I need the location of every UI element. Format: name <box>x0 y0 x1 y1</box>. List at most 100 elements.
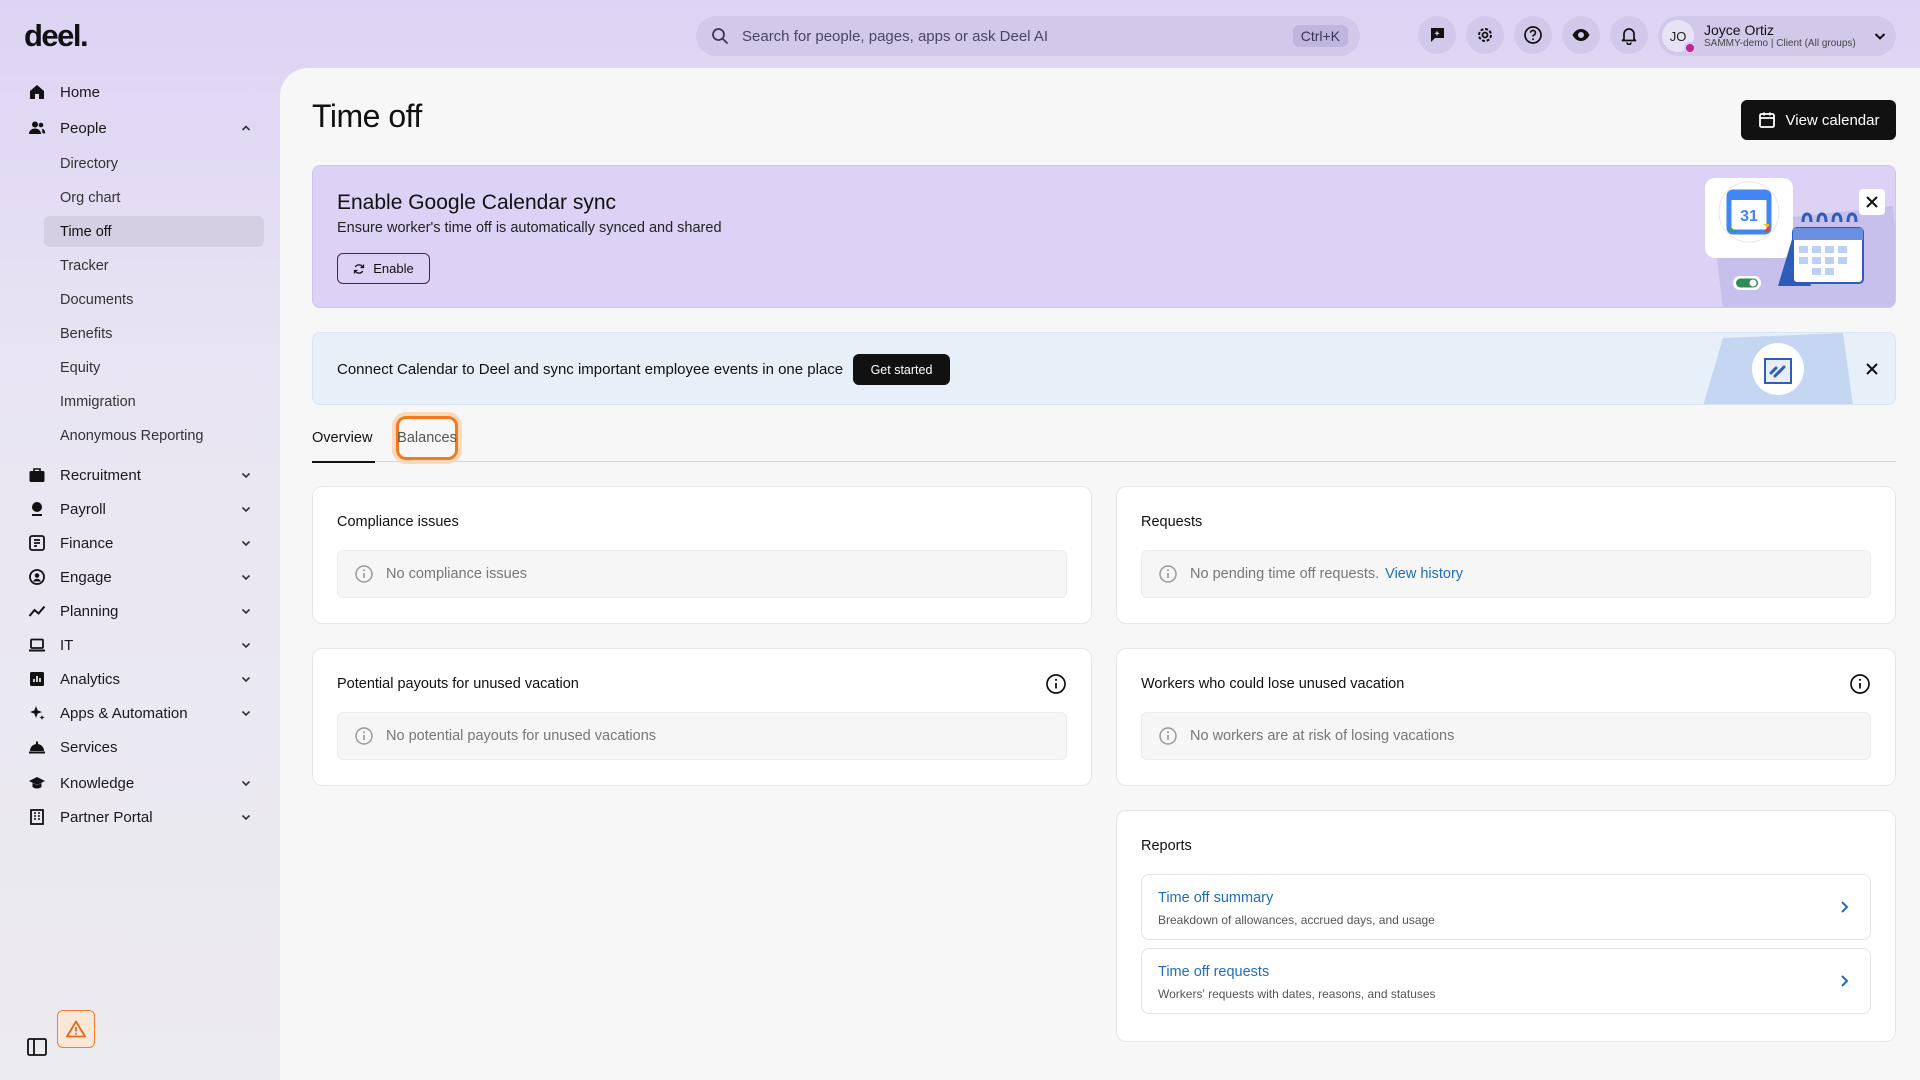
workers-losing-vacation-card: Workers who could lose unused vacation N… <box>1116 648 1896 786</box>
payroll-icon <box>28 500 46 518</box>
graduation-icon <box>28 774 46 792</box>
preview-button[interactable] <box>1562 16 1600 54</box>
user-name: Joyce Ortiz <box>1704 21 1775 38</box>
info-icon <box>355 727 373 745</box>
tab-balances[interactable]: Balances <box>396 416 458 460</box>
warning-button[interactable] <box>57 1010 95 1048</box>
sidebar-item-engage[interactable]: Engage <box>28 562 258 592</box>
search-shortcut-badge: Ctrl+K <box>1292 25 1348 47</box>
report-title: Time off summary <box>1158 890 1274 906</box>
chevron-down-icon <box>241 506 251 513</box>
info-icon <box>1159 727 1177 745</box>
card-title: Workers who could lose unused vacation <box>1141 676 1405 692</box>
sidebar-subitem-immigration[interactable]: Immigration <box>44 386 264 417</box>
requests-card: Requests No pending time off requests. V… <box>1116 486 1896 624</box>
chevron-down-icon <box>241 472 251 479</box>
chevron-right-icon <box>1841 901 1849 913</box>
empty-state: No pending time off requests. View histo… <box>1141 550 1871 598</box>
svg-text:31: 31 <box>1740 208 1758 225</box>
banner-title: Enable Google Calendar sync <box>337 191 617 214</box>
chevron-down-icon <box>241 540 251 547</box>
sidebar-item-recruitment[interactable]: Recruitment <box>28 460 258 490</box>
report-time-off-summary[interactable]: Time off summary Breakdown of allowances… <box>1141 874 1871 940</box>
info-icon[interactable] <box>1045 673 1067 695</box>
deel-logo[interactable]: deel. <box>24 18 89 54</box>
view-calendar-button[interactable]: View calendar <box>1741 100 1896 140</box>
get-started-button[interactable]: Get started <box>853 354 950 385</box>
chevron-down-icon <box>241 814 251 821</box>
sidebar-subitem-time-off[interactable]: Time off <box>44 216 264 247</box>
google-calendar-sync-banner: Enable Google Calendar sync Ensure worke… <box>312 165 1896 308</box>
search-icon <box>712 28 728 44</box>
sidebar-subitem-benefits[interactable]: Benefits <box>44 318 264 349</box>
calendar-illustration: 31 <box>1705 178 1895 307</box>
feedback-button[interactable] <box>1418 16 1456 54</box>
chevron-down-icon <box>241 608 251 615</box>
avatar: JO <box>1662 20 1696 54</box>
empty-state: No compliance issues <box>337 550 1067 598</box>
enable-button[interactable]: Enable <box>337 253 430 284</box>
global-search[interactable]: Search for people, pages, apps or ask De… <box>696 16 1360 56</box>
briefcase-icon <box>28 466 46 484</box>
chevron-down-icon <box>241 710 251 717</box>
close-connect-banner-button[interactable] <box>1859 356 1885 382</box>
user-menu[interactable]: JO Joyce Ortiz SAMMY-demo | Client (All … <box>1658 16 1896 56</box>
sync-icon <box>354 263 365 274</box>
people-icon <box>28 119 46 137</box>
chevron-right-icon <box>1841 975 1849 987</box>
view-history-link[interactable]: View history <box>1385 566 1463 582</box>
banner-description: Ensure worker's time off is automaticall… <box>337 220 722 236</box>
sidebar-subitem-equity[interactable]: Equity <box>44 352 264 383</box>
tab-bar: Overview Balances <box>312 414 1896 463</box>
sidebar-subitem-tracker[interactable]: Tracker <box>44 250 264 281</box>
sidebar-item-partner-portal[interactable]: Partner Portal <box>28 802 258 832</box>
settings-button[interactable] <box>1466 16 1504 54</box>
finance-icon <box>28 534 46 552</box>
report-description: Workers' requests with dates, reasons, a… <box>1158 987 1436 1001</box>
chevron-down-icon <box>1874 33 1886 40</box>
avatar-status-dot <box>1684 42 1696 54</box>
search-placeholder: Search for people, pages, apps or ask De… <box>742 27 1049 45</box>
sidebar-item-finance[interactable]: Finance <box>28 528 258 558</box>
help-button[interactable] <box>1514 16 1552 54</box>
calendar-icon <box>1758 112 1775 128</box>
chevron-down-icon <box>241 676 251 683</box>
sidebar-subitem-documents[interactable]: Documents <box>44 284 264 315</box>
sidebar-subitem-anonymous-reporting[interactable]: Anonymous Reporting <box>44 420 264 451</box>
sidebar-item-apps-automation[interactable]: Apps & Automation <box>28 698 258 728</box>
close-sync-banner-button[interactable] <box>1859 189 1885 215</box>
sidebar-subitem-directory[interactable]: Directory <box>44 148 264 179</box>
report-title: Time off requests <box>1158 964 1270 980</box>
sidebar-item-knowledge[interactable]: Knowledge <box>28 768 258 798</box>
sparkle-icon <box>28 704 46 722</box>
help-icon <box>1524 26 1542 44</box>
reports-card: Reports Time off summary Breakdown of al… <box>1116 810 1896 1042</box>
sidebar-toggle-icon[interactable] <box>26 1036 48 1058</box>
warning-icon <box>66 1020 86 1038</box>
sidebar-item-planning[interactable]: Planning <box>28 596 258 626</box>
gear-icon <box>1478 28 1492 42</box>
main-content: Time off View calendar Enable Google Cal… <box>280 68 1920 1080</box>
chevron-up-icon <box>241 125 251 131</box>
connect-banner-text: Connect Calendar to Deel and sync import… <box>337 361 844 378</box>
building-icon <box>28 808 46 826</box>
card-title: Potential payouts for unused vacation <box>337 676 579 692</box>
info-icon <box>355 565 373 583</box>
sidebar-item-services[interactable]: Services <box>28 732 258 762</box>
card-title: Compliance issues <box>337 514 459 530</box>
eye-icon <box>1572 29 1590 41</box>
sidebar-item-analytics[interactable]: Analytics <box>28 664 258 694</box>
info-icon[interactable] <box>1849 673 1871 695</box>
sidebar-item-home[interactable]: Home <box>28 77 258 107</box>
sidebar-item-people[interactable]: People <box>28 113 258 143</box>
sidebar-subitem-org-chart[interactable]: Org chart <box>44 182 264 213</box>
engage-icon <box>28 568 46 586</box>
tab-overview[interactable]: Overview <box>312 414 375 463</box>
notifications-button[interactable] <box>1610 16 1648 54</box>
connect-illustration <box>1703 333 1853 404</box>
report-time-off-requests[interactable]: Time off requests Workers' requests with… <box>1141 948 1871 1014</box>
sidebar-item-it[interactable]: IT <box>28 630 258 660</box>
bell-icon <box>1621 28 1637 45</box>
empty-state: No workers are at risk of losing vacatio… <box>1141 712 1871 760</box>
sidebar-item-payroll[interactable]: Payroll <box>28 494 258 524</box>
